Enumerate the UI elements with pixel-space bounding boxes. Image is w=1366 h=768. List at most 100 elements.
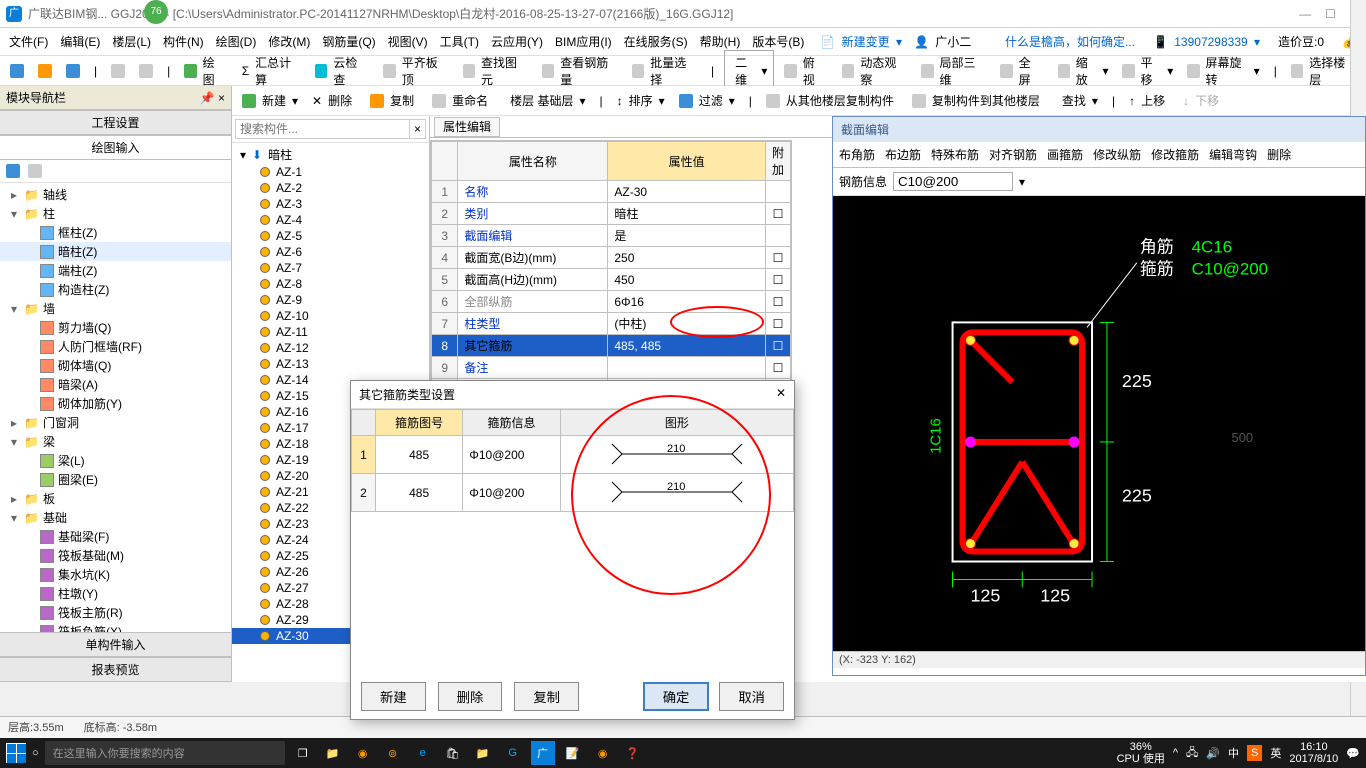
tree-item[interactable]: 人防门框墙(RF) (0, 337, 231, 356)
rename-button[interactable]: 重命名 (428, 88, 496, 113)
tree-item[interactable]: ▸📁门窗洞 (0, 413, 231, 432)
tree-item[interactable]: 暗梁(A) (0, 375, 231, 394)
stirrup-row[interactable]: 2485Φ10@200210 (352, 474, 794, 512)
az-item[interactable]: AZ-5 (232, 228, 429, 244)
stirrup-row[interactable]: 1485Φ10@200210 (352, 436, 794, 474)
tree-item[interactable]: 基础梁(F) (0, 527, 231, 546)
tree-item[interactable]: 筏板主筋(R) (0, 603, 231, 622)
az-item[interactable]: AZ-3 (232, 196, 429, 212)
tray-notification-icon[interactable]: 💬 (1346, 747, 1360, 760)
find-button[interactable]: 查找 ▾ (1054, 88, 1102, 113)
delete-component-button[interactable]: ✕ 删除 (308, 88, 360, 113)
rebar-dropdown-icon[interactable]: ▾ (1019, 175, 1025, 189)
dialog-cancel-button[interactable]: 取消 (719, 682, 784, 711)
prop-row[interactable]: 3截面编辑是 (432, 225, 791, 247)
prop-row[interactable]: 7柱类型(中柱)☐ (432, 313, 791, 335)
section-tool-4[interactable]: 画箍筋 (1047, 146, 1083, 163)
tree-item[interactable]: 砌体加筋(Y) (0, 394, 231, 413)
taskbar-edge[interactable]: e (411, 741, 435, 765)
tree-item[interactable]: ▾📁基础 (0, 508, 231, 527)
taskbar-app-8[interactable]: ◉ (591, 741, 615, 765)
minimize-icon[interactable]: — (1299, 7, 1311, 21)
rebar-info-input[interactable] (893, 172, 1013, 191)
nav-icon-1[interactable] (6, 164, 20, 178)
az-item[interactable]: AZ-10 (232, 308, 429, 324)
tree-item[interactable]: 砌体墙(Q) (0, 356, 231, 375)
tree-item[interactable]: 圈梁(E) (0, 470, 231, 489)
tree-item[interactable]: ▸📁轴线 (0, 185, 231, 204)
taskbar-app-4[interactable]: 📁 (471, 741, 495, 765)
taskbar-app-3[interactable]: ⊚ (381, 741, 405, 765)
prop-row[interactable]: 8其它箍筋485, 485☐ (432, 335, 791, 357)
menu-edit[interactable]: 编辑(E) (57, 31, 103, 52)
az-item[interactable]: AZ-11 (232, 324, 429, 340)
move-up-button[interactable]: ↑ 上移 (1125, 88, 1173, 113)
section-tool-7[interactable]: 编辑弯钩 (1209, 146, 1257, 163)
taskbar-app-5[interactable]: G (501, 741, 525, 765)
save-file-icon[interactable] (62, 62, 84, 80)
new-component-button[interactable]: 新建 ▾ (238, 88, 302, 113)
section-tool-5[interactable]: 修改纵筋 (1093, 146, 1141, 163)
tree-item[interactable]: 剪力墙(Q) (0, 318, 231, 337)
tray-volume-icon[interactable]: 🔊 (1206, 747, 1220, 760)
move-down-button[interactable]: ↓ 下移 (1179, 88, 1227, 113)
task-view-icon[interactable]: ❐ (291, 741, 315, 765)
tree-item[interactable]: 柱墩(Y) (0, 584, 231, 603)
cortana-icon[interactable]: ○ (32, 747, 39, 759)
az-item[interactable]: AZ-12 (232, 340, 429, 356)
section-tool-0[interactable]: 布角筋 (839, 146, 875, 163)
az-item[interactable]: AZ-2 (232, 180, 429, 196)
az-root[interactable]: ▾ ⬇ 暗柱 (232, 145, 429, 164)
floor-dropdown[interactable]: 楼层 基础层 ▾ (502, 88, 589, 113)
section-tool-3[interactable]: 对齐钢筋 (989, 146, 1037, 163)
az-item[interactable]: AZ-6 (232, 244, 429, 260)
section-tool-1[interactable]: 布边筋 (885, 146, 921, 163)
tree-item[interactable]: 集水坑(K) (0, 565, 231, 584)
taskbar-app-6[interactable]: 广 (531, 741, 555, 765)
section-drawing[interactable]: 绘图输入 (0, 135, 231, 160)
tree-item[interactable]: ▸📁板 (0, 489, 231, 508)
tray-network-icon[interactable]: 🖧 (1186, 744, 1198, 763)
search-clear-icon[interactable]: × (410, 119, 426, 139)
dialog-ok-button[interactable]: 确定 (643, 682, 710, 711)
section-tool-8[interactable]: 删除 (1267, 146, 1291, 163)
az-item[interactable]: AZ-9 (232, 292, 429, 308)
search-input[interactable] (235, 119, 410, 139)
tree-item[interactable]: 暗柱(Z) (0, 242, 231, 261)
tray-up-icon[interactable]: ^ (1173, 747, 1178, 759)
dialog-close-icon[interactable]: ✕ (776, 386, 786, 403)
taskbar-app-1[interactable]: 📁 (321, 741, 345, 765)
property-tab[interactable]: 属性编辑 (434, 117, 500, 137)
tray-ime-3[interactable]: 英 (1270, 745, 1281, 761)
nav-icon-2[interactable] (28, 164, 42, 178)
prop-row[interactable]: 2类别暗柱☐ (432, 203, 791, 225)
tray-ime-1[interactable]: 中 (1228, 745, 1239, 761)
sort-button[interactable]: ↕ 排序 ▾ (613, 88, 669, 113)
tree-item[interactable]: 筏板基础(M) (0, 546, 231, 565)
start-button[interactable] (6, 743, 26, 763)
dialog-copy-button[interactable]: 复制 (514, 682, 579, 711)
section-tool-2[interactable]: 特殊布筋 (931, 146, 979, 163)
tray-clock[interactable]: 16:102017/8/10 (1289, 741, 1338, 765)
az-item[interactable]: AZ-7 (232, 260, 429, 276)
section-report[interactable]: 报表预览 (0, 657, 231, 682)
az-item[interactable]: AZ-13 (232, 356, 429, 372)
copy-from-floor-button[interactable]: 从其他楼层复制构件 (762, 88, 902, 113)
section-single[interactable]: 单构件输入 (0, 632, 231, 657)
phone-label[interactable]: 📱 13907298339 ▾ (1150, 33, 1263, 51)
taskbar-app-2[interactable]: ◉ (351, 741, 375, 765)
az-item[interactable]: AZ-4 (232, 212, 429, 228)
prop-row[interactable]: 4截面宽(B边)(mm)250☐ (432, 247, 791, 269)
prop-row[interactable]: 9备注☐ (432, 357, 791, 379)
filter-button[interactable]: 过滤 ▾ (675, 88, 739, 113)
prop-row[interactable]: 6全部纵筋6Φ16☐ (432, 291, 791, 313)
taskbar-app-9[interactable]: ❓ (621, 741, 645, 765)
taskbar-store[interactable]: 🛍 (441, 741, 465, 765)
new-file-icon[interactable] (6, 62, 28, 80)
tree-item[interactable]: ▾📁墙 (0, 299, 231, 318)
open-file-icon[interactable] (34, 62, 56, 80)
tree-item[interactable]: 框柱(Z) (0, 223, 231, 242)
tree-item[interactable]: 构造柱(Z) (0, 280, 231, 299)
dialog-delete-button[interactable]: 删除 (438, 682, 503, 711)
menu-file[interactable]: 文件(F) (6, 31, 51, 52)
